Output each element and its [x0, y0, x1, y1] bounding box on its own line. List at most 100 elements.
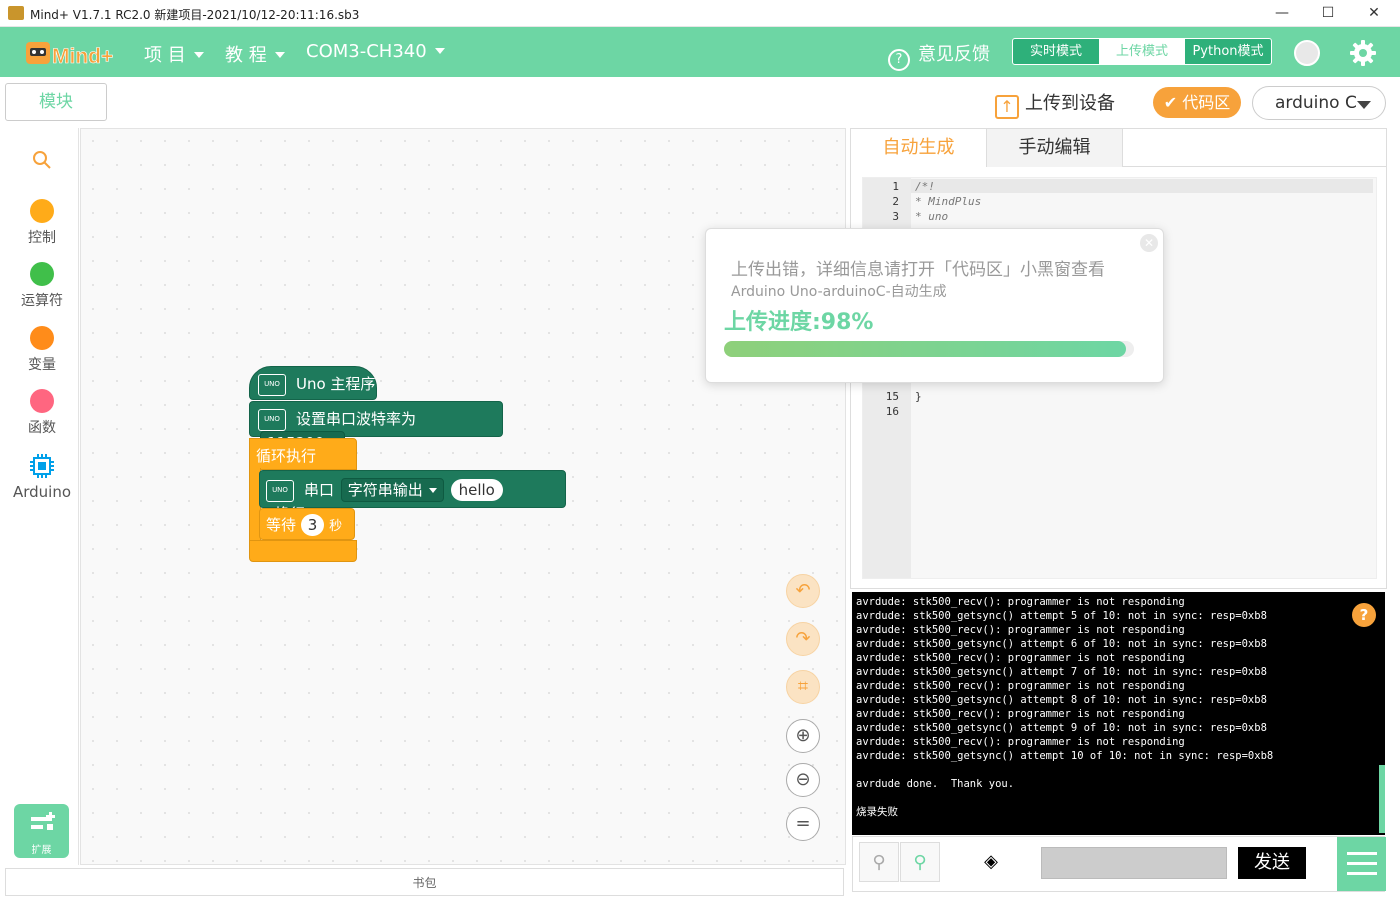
wait-block[interactable]: 等待 3 秒: [259, 508, 355, 540]
category-variables-label: 变量: [28, 357, 56, 373]
menu-com-port[interactable]: COM3-CH340: [306, 41, 445, 62]
usb-disconnected-button[interactable]: ⚲: [859, 842, 899, 882]
search-category[interactable]: [5, 148, 79, 176]
user-avatar-icon[interactable]: [1294, 40, 1320, 66]
upload-arrow-icon: ↑: [995, 95, 1019, 119]
tab-blocks[interactable]: 模块: [5, 83, 107, 121]
tab-manual-edit[interactable]: 手动编辑: [987, 129, 1123, 167]
main-program-label: Uno 主程序: [296, 375, 376, 393]
mindplus-logo[interactable]: Mind+: [24, 36, 124, 68]
operators-dot-icon: [30, 262, 54, 286]
window-title: Mind+ V1.7.1 RC2.0 新建项目-2021/10/12-20:11…: [30, 8, 360, 22]
forever-loop-block[interactable]: 循环执行: [249, 438, 357, 470]
zoom-out-icon: ⊖: [795, 769, 811, 790]
console-line: avrdude: stk500_recv(): programmer is no…: [856, 652, 1185, 664]
mode-upload[interactable]: 上传模式: [1099, 39, 1185, 64]
line-number: 15: [885, 390, 899, 403]
set-baud-block[interactable]: UNO设置串口波特率为115200: [249, 401, 503, 455]
baud-label: 设置串口波特率为: [296, 410, 417, 428]
upload-label: 上传到设备: [1025, 93, 1115, 114]
help-icon[interactable]: ?: [1352, 603, 1376, 627]
console-line: 烧录失败: [856, 806, 898, 818]
gear-icon[interactable]: [1349, 39, 1377, 67]
redo-button[interactable]: ↷: [786, 622, 820, 656]
tab-auto-generate[interactable]: 自动生成: [851, 129, 987, 167]
serial-menu-button[interactable]: [1337, 837, 1386, 891]
board-select[interactable]: arduino C: [1252, 86, 1386, 120]
undo-button[interactable]: ↶: [786, 574, 820, 608]
usb-connected-button[interactable]: ⚲: [900, 842, 940, 882]
console-line: avrdude: stk500_getsync() attempt 5 of 1…: [856, 610, 1267, 622]
mode-realtime[interactable]: 实时模式: [1013, 39, 1099, 64]
control-dot-icon: [30, 199, 54, 223]
chevron-down-icon: [193, 52, 204, 58]
menu-tutorial-label: 教 程: [225, 45, 267, 66]
extensions-button[interactable]: 扩展: [14, 804, 69, 858]
wait-seconds-input[interactable]: 3: [300, 514, 325, 536]
upload-to-device-button[interactable]: ↑ 上传到设备: [995, 89, 1115, 119]
zoom-in-button[interactable]: ⊕: [786, 719, 820, 753]
serial-mode-dropdown[interactable]: 字符串输出: [340, 478, 444, 502]
category-operators[interactable]: 运算符: [5, 262, 79, 310]
serial-print-block[interactable]: UNO串口 字符串输出 hello 换行: [259, 470, 566, 523]
feedback-label: 意见反馈: [918, 44, 990, 65]
console-line: avrdude done. Thank you.: [856, 778, 1015, 790]
code-line: * uno: [915, 210, 949, 223]
serial-label: 串口: [304, 481, 335, 499]
console-line: avrdude: stk500_getsync() attempt 7 of 1…: [856, 666, 1267, 678]
chevron-down-icon: [1357, 101, 1371, 109]
code-line: /*!: [915, 180, 935, 193]
upload-progress-label: 上传进度:98%: [724, 310, 874, 335]
maximize-button[interactable]: ☐: [1305, 0, 1351, 27]
menu-project[interactable]: 项 目: [144, 41, 204, 67]
category-control[interactable]: 控制: [5, 199, 79, 247]
loop-label: 循环执行: [256, 447, 317, 465]
menu-tutorial[interactable]: 教 程: [225, 41, 285, 67]
uno-main-hat-block[interactable]: UNO Uno 主程序: [249, 366, 377, 400]
feedback-button[interactable]: ? 意见反馈: [888, 40, 990, 71]
minimize-button[interactable]: —: [1259, 0, 1305, 27]
category-arduino-label: Arduino: [12, 483, 72, 501]
console-line: avrdude: stk500_recv(): programmer is no…: [856, 680, 1185, 692]
backpack-bar[interactable]: 书包: [5, 868, 844, 896]
mode-switch: 实时模式 上传模式 Python模式: [1012, 38, 1272, 65]
question-circle-icon: ?: [888, 49, 910, 71]
eraser-icon: ◈: [984, 851, 998, 872]
serial-toolbar: ⚲ ⚲ ◈ 发送: [852, 836, 1386, 892]
uno-chip-icon: UNO: [266, 479, 294, 502]
category-arduino[interactable]: Arduino: [5, 453, 79, 501]
console-line: avrdude: stk500_getsync() attempt 6 of 1…: [856, 638, 1267, 650]
category-functions-label: 函数: [28, 420, 56, 436]
menu-project-label: 项 目: [144, 45, 186, 66]
zoom-out-button[interactable]: ⊖: [786, 763, 820, 797]
menu-com-port-label: COM3-CH340: [306, 41, 427, 62]
serial-text-input[interactable]: hello: [450, 479, 503, 501]
close-window-button[interactable]: ✕: [1351, 0, 1397, 27]
console-scrollbar[interactable]: [1379, 765, 1385, 833]
usb-active-icon: ⚲: [913, 852, 927, 873]
logo-text: Mind+: [52, 45, 113, 68]
variables-dot-icon: [30, 326, 54, 350]
send-button[interactable]: 发送: [1238, 847, 1306, 879]
category-functions[interactable]: 函数: [5, 389, 79, 437]
line-number: 2: [892, 195, 899, 208]
console-output[interactable]: avrdude: stk500_recv(): programmer is no…: [852, 592, 1385, 835]
menu-bar: Mind+ 项 目 教 程 COM3-CH340 ? 意见反馈 实时模式 上传模式…: [0, 27, 1400, 77]
upload-progress-fill: [724, 341, 1126, 357]
upload-target: Arduino Uno-arduinoC-自动生成: [731, 284, 947, 300]
crop-button[interactable]: ⌗: [786, 670, 820, 704]
code-area-toggle[interactable]: ✔ 代码区: [1153, 87, 1241, 118]
console-line: avrdude: stk500_getsync() attempt 9 of 1…: [856, 722, 1267, 734]
clear-console-button[interactable]: ◈: [971, 842, 1011, 882]
code-area-label: 代码区: [1182, 93, 1231, 112]
category-variables[interactable]: 变量: [5, 326, 79, 374]
close-icon[interactable]: ✕: [1140, 234, 1158, 252]
line-number: 3: [892, 210, 899, 223]
code-line: * MindPlus: [915, 195, 982, 208]
zoom-reset-button[interactable]: =: [786, 807, 820, 841]
crop-icon: ⌗: [797, 676, 809, 697]
upload-status-dialog: ✕ 上传出错，详细信息请打开「代码区」小黑窗查看 Arduino Uno-ard…: [705, 228, 1164, 383]
serial-send-input[interactable]: [1041, 847, 1227, 879]
mode-python[interactable]: Python模式: [1185, 39, 1271, 64]
